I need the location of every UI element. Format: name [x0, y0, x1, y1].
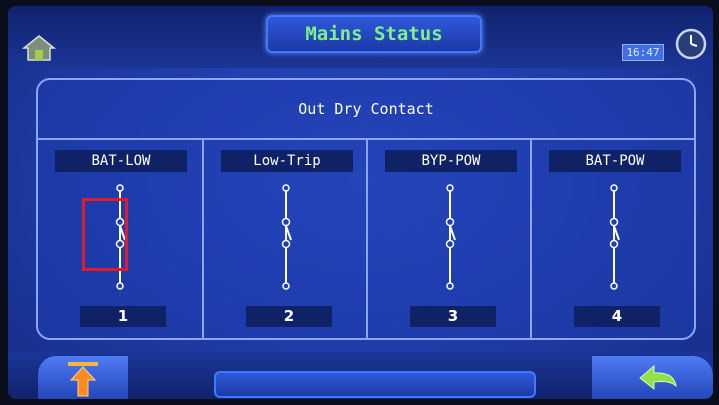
contact-number: 2: [246, 306, 332, 327]
clock-icon: [675, 28, 707, 60]
scroll-top-button[interactable]: [38, 356, 128, 399]
home-icon: [21, 35, 57, 61]
contact-column-3[interactable]: BYP-POW 3: [366, 138, 532, 338]
contact-column-1[interactable]: BAT-LOW 1: [38, 138, 202, 338]
selection-highlight: [82, 198, 128, 271]
relay-contact-icon: [281, 184, 292, 290]
contact-column-4[interactable]: BAT-POW 4: [530, 138, 696, 338]
contact-label: BAT-LOW: [55, 150, 187, 172]
contact-number: 4: [574, 306, 660, 327]
back-arrow-icon: [639, 364, 677, 391]
status-bar: [214, 371, 536, 398]
home-button[interactable]: [21, 34, 57, 62]
screen: Mains Status 16:47 Out Dry Contact BAT-L…: [8, 6, 713, 399]
contact-label: Low-Trip: [221, 150, 353, 172]
contact-label: BYP-POW: [385, 150, 517, 172]
contact-number: 1: [80, 306, 166, 327]
contact-label: BAT-POW: [549, 150, 681, 172]
arrow-up-icon: [68, 362, 98, 397]
panel-title: Out Dry Contact: [38, 80, 694, 140]
clock-time: 16:47: [622, 44, 664, 61]
clock-button[interactable]: [675, 28, 707, 60]
contact-number: 3: [410, 306, 496, 327]
page-title: Mains Status: [266, 15, 482, 53]
back-button[interactable]: [592, 356, 713, 399]
relay-contact-icon: [609, 184, 620, 290]
dry-contact-panel: Out Dry Contact BAT-LOW 1 Low-Trip 2 BYP…: [36, 78, 696, 340]
contact-column-2[interactable]: Low-Trip 2: [202, 138, 368, 338]
relay-contact-icon: [445, 184, 456, 290]
